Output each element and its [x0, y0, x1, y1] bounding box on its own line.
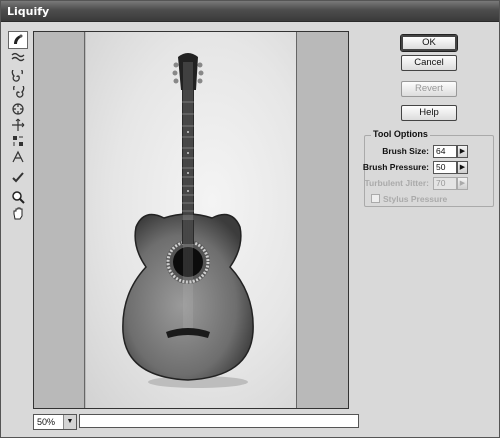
- turbulent-jitter-input[interactable]: 70: [433, 177, 457, 190]
- twirl-icon: [11, 70, 23, 82]
- cancel-button[interactable]: Cancel: [401, 55, 457, 71]
- zoom-level-select[interactable]: 50% ▼: [33, 414, 77, 430]
- stylus-pressure-checkbox[interactable]: [371, 194, 380, 203]
- pucker-tool[interactable]: [8, 101, 28, 117]
- progress-bar: [79, 414, 359, 428]
- brush-size-label: Brush Size:: [382, 146, 429, 156]
- zoom-value: 50%: [37, 417, 56, 427]
- guitar-photo[interactable]: [86, 32, 296, 408]
- forward-warp-tool[interactable]: [8, 31, 28, 49]
- tool-options-legend: Tool Options: [371, 129, 430, 139]
- twirl-ccw-icon: [13, 86, 25, 98]
- reflection-tool[interactable]: [8, 149, 28, 165]
- twirl-clockwise-tool[interactable]: [8, 69, 28, 85]
- warp-finger-icon: [14, 34, 23, 44]
- turbulent-jitter-slider-toggle[interactable]: ▶: [457, 177, 468, 190]
- pucker-icon: [12, 103, 24, 115]
- zoom-tool[interactable]: [8, 189, 28, 205]
- freeze-mask-tool[interactable]: [8, 169, 28, 185]
- stylus-pressure-option[interactable]: Stylus Pressure: [371, 194, 447, 204]
- image-preview[interactable]: [33, 31, 349, 409]
- guitar-image: [122, 53, 254, 388]
- stylus-pressure-label: Stylus Pressure: [383, 194, 448, 204]
- help-button[interactable]: Help: [401, 105, 457, 121]
- revert-button[interactable]: Revert: [401, 81, 457, 97]
- shift-pixels-tool[interactable]: [8, 133, 28, 149]
- magnifier-icon: [12, 191, 25, 204]
- canvas-margin-right: [296, 32, 348, 408]
- title-bar: Liquify: [1, 1, 499, 22]
- window-title: Liquify: [7, 5, 50, 18]
- hand-icon: [13, 207, 23, 220]
- bloat-icon: [12, 118, 25, 131]
- turbulent-jitter-label: Turbulent Jitter:: [364, 178, 429, 188]
- hand-tool[interactable]: [8, 205, 28, 221]
- reflection-icon: [12, 150, 24, 163]
- brush-size-input[interactable]: 64: [433, 145, 457, 158]
- brush-size-slider-toggle[interactable]: ▶: [457, 145, 468, 158]
- reconstruct-tool[interactable]: [8, 49, 28, 65]
- freeze-brush-icon: [12, 172, 24, 183]
- twirl-counterclockwise-tool[interactable]: [8, 85, 28, 101]
- shift-pixels-icon: [13, 136, 23, 146]
- brush-pressure-slider-toggle[interactable]: ▶: [457, 161, 468, 174]
- chevron-down-icon[interactable]: ▼: [63, 415, 76, 429]
- liquify-dialog: Liquify 50% ▼ OK Cancel Revert Help Tool…: [0, 0, 500, 438]
- bloat-tool[interactable]: [8, 117, 28, 133]
- brush-pressure-label: Brush Pressure:: [362, 162, 429, 172]
- toolbox: [8, 31, 28, 221]
- ok-button[interactable]: OK: [400, 34, 458, 52]
- wave-icon: [11, 52, 25, 62]
- canvas-margin-left: [34, 32, 85, 408]
- brush-pressure-input[interactable]: 50: [433, 161, 457, 174]
